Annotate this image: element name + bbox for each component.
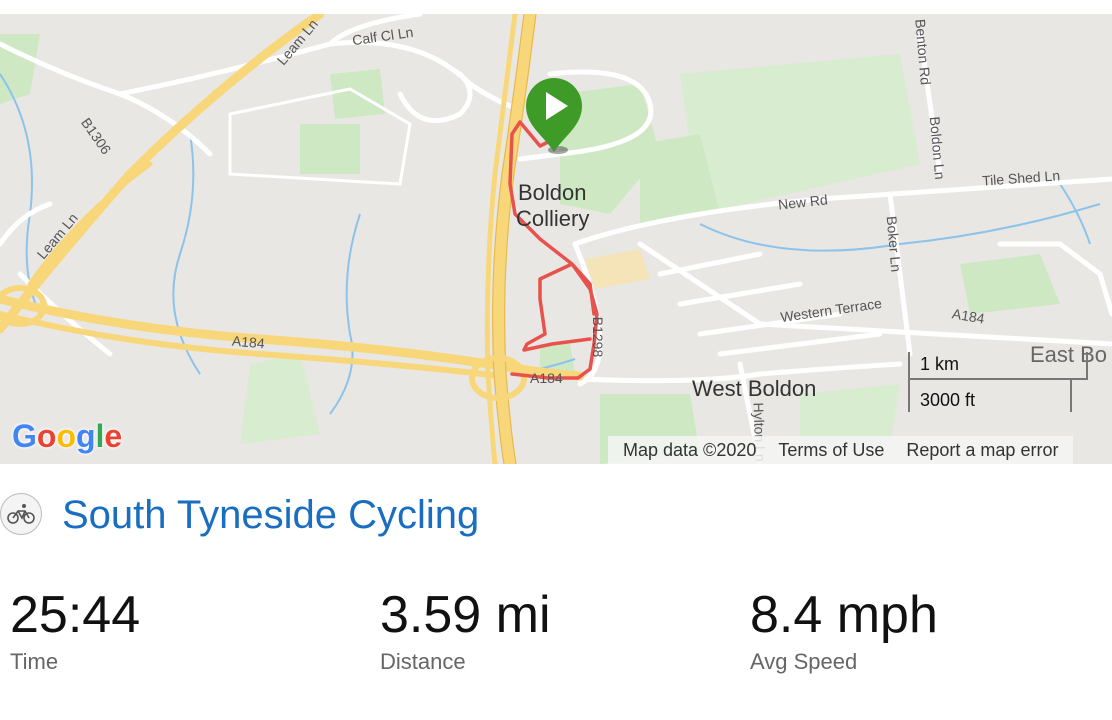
activity-header: South Tyneside Cycling xyxy=(0,490,1112,540)
place-label-colliery: Colliery xyxy=(516,206,590,231)
stat-distance: 3.59 mi Distance xyxy=(380,585,551,677)
stat-label: Time xyxy=(10,649,59,674)
stat-value: 3.59 mi xyxy=(380,586,551,644)
google-logo: Google xyxy=(12,418,123,454)
map-data-text: Map data ©2020 xyxy=(623,439,757,460)
place-label-west-boldon: West Boldon xyxy=(692,376,817,401)
stat-avg-speed: 8.4 mph Avg Speed xyxy=(750,585,938,677)
retail-area xyxy=(585,249,650,289)
stat-value: 8.4 mph xyxy=(750,586,938,644)
road-label-a184-centre: A184 xyxy=(530,370,563,386)
terms-of-use-link[interactable]: Terms of Use xyxy=(767,440,895,461)
route-map[interactable]: Calf Cl Ln Leam Ln B1306 Leam Ln A184 A1… xyxy=(0,14,1112,464)
map-attribution: Map data ©2020 Terms of Use Report a map… xyxy=(608,436,1074,464)
stat-label: Distance xyxy=(380,649,466,674)
start-marker[interactable] xyxy=(522,74,586,165)
bicycle-icon xyxy=(0,493,42,535)
place-label-boldon: Boldon xyxy=(518,180,587,205)
road-label-a184-west: A184 xyxy=(231,332,266,352)
stat-time: 25:44 Time xyxy=(10,585,140,677)
scale-imperial: 3000 ft xyxy=(920,390,976,410)
scale-metric: 1 km xyxy=(920,354,960,374)
report-map-error-link[interactable]: Report a map error xyxy=(895,440,1069,461)
stat-value: 25:44 xyxy=(10,586,141,644)
play-icon xyxy=(526,78,582,154)
road-label-b1298: B1298 xyxy=(590,316,607,358)
activity-stats: 25:44 Time 3.59 mi Distance 8.4 mph Avg … xyxy=(0,585,1112,685)
map-scale: 1 km 3000 ft xyxy=(908,350,1090,414)
activity-title[interactable]: South Tyneside Cycling xyxy=(62,490,479,540)
stat-label: Avg Speed xyxy=(750,649,858,674)
